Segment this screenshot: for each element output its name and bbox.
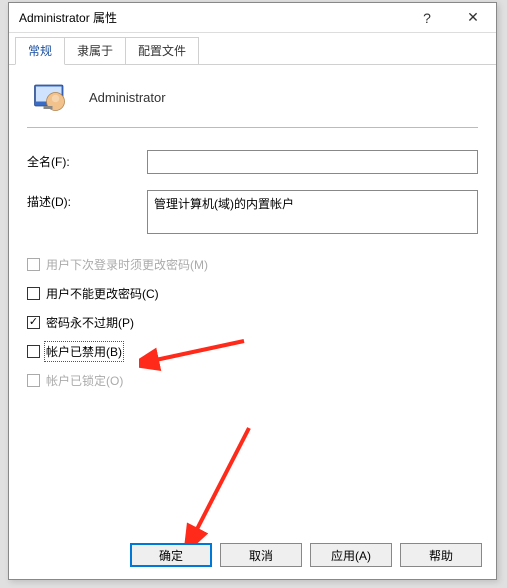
- fullname-label: 全名(F):: [27, 150, 147, 170]
- cancel-button[interactable]: 取消: [220, 543, 302, 567]
- tab-content: Administrator 全名(F): 描述(D): 管理计算机(域)的内置帐…: [9, 65, 496, 411]
- description-input[interactable]: 管理计算机(域)的内置帐户: [147, 190, 478, 234]
- description-row: 描述(D): 管理计算机(域)的内置帐户: [27, 190, 478, 234]
- checkbox-must-change-password: 用户下次登录时须更改密码(M): [27, 256, 478, 273]
- checkbox-icon: [27, 258, 40, 271]
- fullname-input[interactable]: [147, 150, 478, 174]
- tab-profile[interactable]: 配置文件: [125, 37, 199, 64]
- checkbox-icon: [27, 287, 40, 300]
- ok-button[interactable]: 确定: [130, 543, 212, 567]
- tab-general[interactable]: 常规: [15, 37, 65, 65]
- account-header: Administrator: [27, 79, 478, 115]
- separator: [27, 127, 478, 128]
- checkbox-account-disabled[interactable]: 帐户已禁用(B): [27, 343, 478, 360]
- close-button[interactable]: ✕: [450, 3, 496, 32]
- annotation-arrow-2: [179, 423, 259, 543]
- help-button-footer[interactable]: 帮助: [400, 543, 482, 567]
- checkbox-group: 用户下次登录时须更改密码(M) 用户不能更改密码(C) 密码永不过期(P) 帐户…: [27, 256, 478, 389]
- user-icon: [33, 79, 69, 115]
- help-button[interactable]: ?: [404, 3, 450, 32]
- account-name: Administrator: [89, 90, 166, 105]
- dialog-buttons: 确定 取消 应用(A) 帮助: [130, 543, 482, 567]
- checkbox-password-never-expire[interactable]: 密码永不过期(P): [27, 314, 478, 331]
- checkbox-cannot-change-password[interactable]: 用户不能更改密码(C): [27, 285, 478, 302]
- titlebar[interactable]: Administrator 属性 ? ✕: [9, 3, 496, 33]
- checkbox-account-locked: 帐户已锁定(O): [27, 372, 478, 389]
- checkbox-icon: [27, 316, 40, 329]
- checkbox-icon: [27, 345, 40, 358]
- apply-button[interactable]: 应用(A): [310, 543, 392, 567]
- fullname-row: 全名(F):: [27, 150, 478, 174]
- tab-member-of[interactable]: 隶属于: [64, 37, 126, 64]
- properties-dialog: Administrator 属性 ? ✕ 常规 隶属于 配置文件 Adminis…: [8, 2, 497, 580]
- tab-strip: 常规 隶属于 配置文件: [9, 33, 496, 65]
- description-label: 描述(D):: [27, 190, 147, 210]
- window-title: Administrator 属性: [19, 9, 404, 26]
- checkbox-icon: [27, 374, 40, 387]
